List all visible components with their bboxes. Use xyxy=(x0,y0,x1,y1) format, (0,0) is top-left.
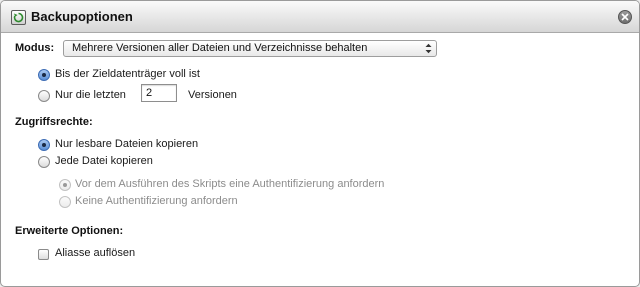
close-icon xyxy=(621,13,629,21)
close-button[interactable] xyxy=(618,10,632,24)
modus-selected-value: Mehrere Versionen aller Dateien und Verz… xyxy=(72,42,368,54)
radio-no-auth xyxy=(59,196,71,208)
options-content: Modus: Mehrere Versionen aller Dateien u… xyxy=(1,33,639,286)
updown-arrows-icon xyxy=(425,43,432,54)
modus-label: Modus: xyxy=(15,42,55,54)
radio-require-auth xyxy=(59,179,71,191)
radio-no-auth-label: Keine Authentifizierung anfordern xyxy=(75,195,238,207)
backup-app-icon xyxy=(11,10,26,25)
backup-options-window: Backupoptionen Modus: Mehrere Versionen … xyxy=(0,0,640,287)
title-bar: Backupoptionen xyxy=(1,1,639,33)
radio-readable-only[interactable] xyxy=(38,139,50,151)
radio-readable-only-label: Nur lesbare Dateien kopieren xyxy=(55,138,199,150)
modus-select[interactable]: Mehrere Versionen aller Dateien und Verz… xyxy=(63,40,437,57)
radio-until-full[interactable] xyxy=(38,69,50,81)
radio-copy-every-file-label: Jede Datei kopieren xyxy=(55,155,153,167)
radio-until-full-label: Bis der Zieldatenträger voll ist xyxy=(55,68,200,80)
versions-count-field[interactable] xyxy=(141,84,177,102)
radio-require-auth-label: Vor dem Ausführen des Skripts eine Authe… xyxy=(75,178,385,190)
resolve-aliases-checkbox[interactable] xyxy=(38,249,49,260)
erweiterte-optionen-heading: Erweiterte Optionen: xyxy=(15,225,124,237)
radio-last-versions[interactable] xyxy=(38,90,50,102)
radio-copy-every-file[interactable] xyxy=(38,156,50,168)
window-title: Backupoptionen xyxy=(31,9,133,24)
versions-count-input[interactable] xyxy=(146,86,176,100)
resolve-aliases-label: Aliasse auflösen xyxy=(55,247,136,259)
versions-suffix-label: Versionen xyxy=(188,89,237,101)
radio-last-versions-label: Nur die letzten xyxy=(55,89,126,101)
zugriffsrechte-heading: Zugriffsrechte: xyxy=(15,116,93,128)
